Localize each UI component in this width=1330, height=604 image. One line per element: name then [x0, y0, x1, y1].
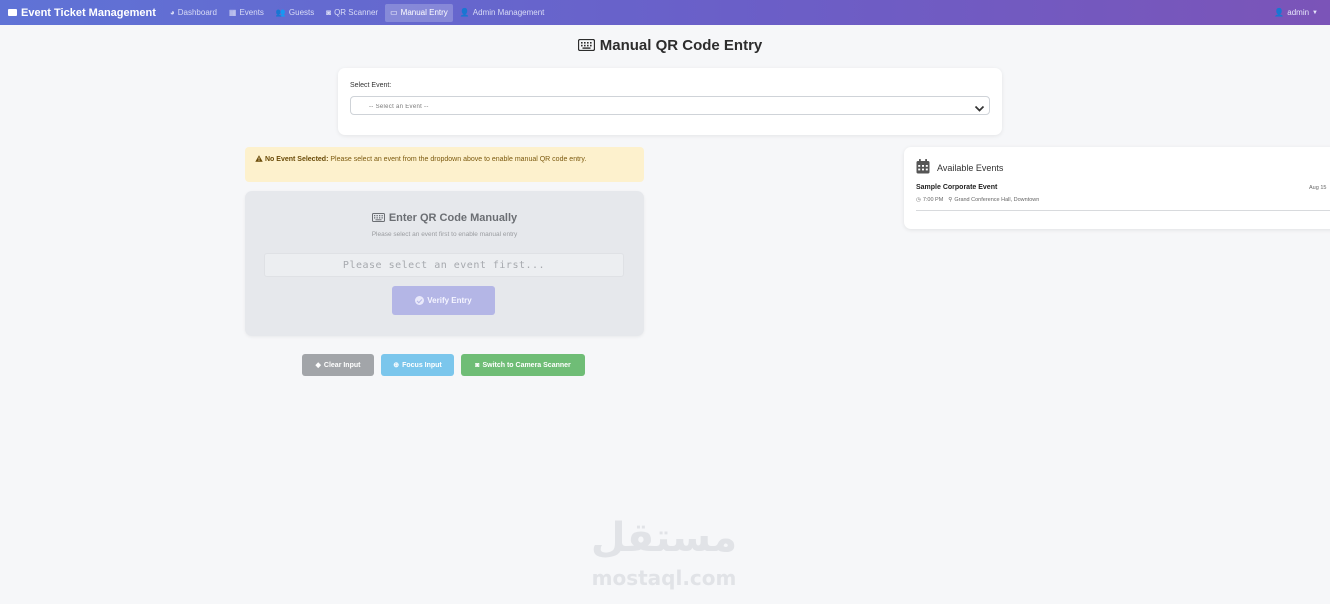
entry-title: Enter QR Code Manually	[245, 212, 644, 225]
user-menu[interactable]: 👤 admin ▼	[1274, 0, 1318, 25]
nav-menu: ◕ Dashboard ▦ Events 👥 Guests ◙ QR Scann…	[165, 0, 551, 25]
nav-item-guests[interactable]: 👥 Guests	[271, 4, 319, 22]
event-select-value: -- Select an Event --	[369, 104, 429, 109]
watermark-logo: مستقل	[590, 515, 738, 561]
manual-entry-card: Enter QR Code Manually Please select an …	[245, 191, 644, 336]
calendar-icon: ▦	[228, 7, 237, 17]
no-event-alert: No Event Selected: Please select an even…	[245, 147, 644, 182]
nav-item-admin-management[interactable]: 👤 Admin Management	[455, 4, 550, 22]
nav-item-label: Dashboard	[177, 8, 217, 17]
alert-heading: No Event Selected:	[265, 156, 329, 163]
nav-item-label: Events	[239, 8, 264, 17]
clear-input-button[interactable]: ◆ Clear Input	[302, 354, 374, 376]
nav-item-manual-entry[interactable]: ▭ Manual Entry	[385, 3, 453, 22]
top-navbar: Event Ticket Management ◕ Dashboard ▦ Ev…	[0, 0, 1330, 25]
nav-item-label: Guests	[288, 8, 315, 17]
event-select-card: Select Event: -- Select an Event --	[338, 68, 1002, 135]
brand-link[interactable]: Event Ticket Management	[8, 7, 156, 19]
nav-item-qr-scanner[interactable]: ◙ QR Scanner	[321, 4, 383, 22]
switch-camera-label: Switch to Camera Scanner	[482, 361, 571, 369]
available-events-header: Available Events	[916, 159, 1003, 176]
warning-icon	[255, 155, 263, 166]
nav-item-label: Admin Management	[472, 8, 545, 17]
user-name: admin	[1287, 8, 1310, 17]
focus-input-label: Focus Input	[402, 361, 442, 369]
entry-subtitle: Please select an event first to enable m…	[371, 231, 518, 238]
chevron-down-icon	[974, 100, 985, 118]
users-icon: 👥	[275, 7, 286, 17]
ticket-icon	[8, 9, 17, 16]
caret-down-icon: ▼	[1312, 9, 1318, 16]
page-title: Manual QR Code Entry	[0, 37, 1330, 55]
camera-icon: ◙	[475, 361, 480, 369]
clear-input-label: Clear Input	[323, 361, 361, 369]
event-meta: ◷ 7:00 PM ⚲ Grand Conference Hall, Downt…	[916, 197, 1039, 203]
nav-item-label: Manual Entry	[400, 8, 448, 17]
user-icon: 👤	[1274, 8, 1285, 17]
crosshairs-icon: ⊕	[393, 362, 400, 369]
nav-item-events[interactable]: ▦ Events	[224, 4, 269, 22]
event-select[interactable]: -- Select an Event --	[350, 96, 990, 115]
event-list-item[interactable]: Sample Corporate Event Aug 15 ◷ 7:00 PM …	[916, 184, 1330, 211]
switch-camera-button[interactable]: ◙ Switch to Camera Scanner	[461, 354, 585, 376]
nav-item-dashboard[interactable]: ◕ Dashboard	[165, 4, 222, 22]
keyboard-icon: ▭	[390, 7, 398, 17]
check-circle-icon	[415, 296, 425, 305]
camera-icon: ◙	[326, 7, 332, 17]
user-cog-icon: 👤	[459, 7, 470, 17]
event-name: Sample Corporate Event	[916, 184, 998, 191]
nav-item-label: QR Scanner	[334, 8, 379, 17]
verify-entry-button[interactable]: Verify Entry	[392, 286, 495, 315]
available-events-title: Available Events	[937, 162, 1004, 173]
event-select-label: Select Event:	[350, 82, 392, 89]
available-events-card: Available Events Sample Corporate Event …	[904, 147, 1330, 229]
clock-icon: ◷	[916, 197, 921, 203]
qr-code-input[interactable]	[264, 253, 624, 277]
calendar-icon	[916, 159, 930, 176]
keyboard-icon	[577, 38, 595, 55]
event-time: 7:00 PM	[922, 197, 944, 203]
entry-title-text: Enter QR Code Manually	[388, 212, 518, 224]
watermark-url: mostaql.com	[591, 566, 737, 590]
dashboard-icon: ◕	[169, 7, 175, 17]
event-date: Aug 15	[1309, 185, 1327, 191]
map-pin-icon: ⚲	[948, 197, 953, 203]
brand-name: Event Ticket Management	[21, 6, 156, 19]
event-location: Grand Conference Hall, Downtown	[954, 197, 1040, 203]
page-title-text: Manual QR Code Entry	[599, 37, 763, 54]
keyboard-icon	[371, 213, 385, 225]
focus-input-button[interactable]: ⊕ Focus Input	[381, 354, 454, 376]
verify-entry-label: Verify Entry	[427, 296, 472, 305]
alert-message: Please select an event from the dropdown…	[330, 156, 587, 163]
eraser-icon: ◆	[315, 362, 321, 369]
